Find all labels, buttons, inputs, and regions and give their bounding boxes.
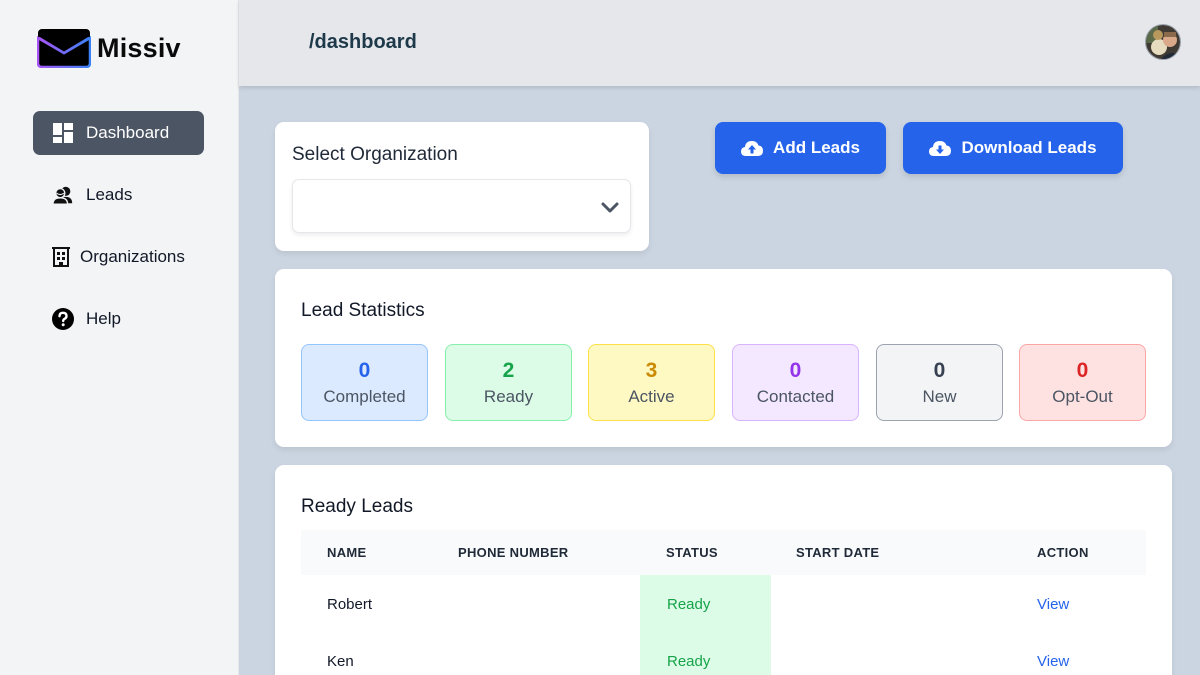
ready-leads-title: Ready Leads <box>301 496 413 518</box>
download-leads-button[interactable]: Download Leads <box>903 122 1123 174</box>
stat-tile-completed[interactable]: 0 Completed <box>301 344 428 421</box>
organization-label: Select Organization <box>292 144 458 166</box>
stat-value: 0 <box>1020 358 1145 384</box>
app-name: Missiv <box>97 33 181 64</box>
sidebar-item-label: Leads <box>86 185 132 205</box>
lead-name: Robert <box>327 596 372 613</box>
column-header-phone: PHONE NUMBER <box>458 545 569 560</box>
stat-tile-contacted[interactable]: 0 Contacted <box>732 344 859 421</box>
sidebar-item-label: Organizations <box>80 247 185 267</box>
stat-value: 0 <box>877 358 1002 384</box>
download-leads-label: Download Leads <box>961 138 1096 158</box>
sidebar: Missiv Dashboard Leads Organizations Hel… <box>0 0 239 675</box>
column-header-action: ACTION <box>1037 545 1089 560</box>
chevron-down-icon <box>600 197 620 217</box>
cloud-download-icon <box>929 139 951 157</box>
lead-statistics-card: Lead Statistics 0 Completed 2 Ready 3 Active 0… <box>275 269 1172 447</box>
column-header-start-date: START DATE <box>796 545 879 560</box>
top-bar: /dashboard <box>239 0 1200 86</box>
organization-card: Select Organization <box>275 122 649 251</box>
sidebar-item-dashboard[interactable]: Dashboard <box>33 111 204 155</box>
add-leads-label: Add Leads <box>773 138 860 158</box>
stat-label: Completed <box>302 387 427 407</box>
organization-select[interactable] <box>292 179 631 233</box>
table-row: Ken Ready View <box>301 632 1146 675</box>
table-header: NAME PHONE NUMBER STATUS START DATE ACTI… <box>301 530 1146 575</box>
stat-tile-opt-out[interactable]: 0 Opt-Out <box>1019 344 1146 421</box>
stat-label: Opt-Out <box>1020 387 1145 407</box>
ready-leads-table: NAME PHONE NUMBER STATUS START DATE ACTI… <box>301 530 1146 675</box>
sidebar-item-organizations[interactable]: Organizations <box>33 235 204 279</box>
lead-status-cell: Ready <box>640 632 771 675</box>
lead-statistics-title: Lead Statistics <box>301 300 425 322</box>
users-icon <box>52 184 74 206</box>
stat-label: Ready <box>446 387 571 407</box>
stat-label: Contacted <box>733 387 858 407</box>
logo[interactable]: Missiv <box>37 28 181 68</box>
stat-tile-new[interactable]: 0 New <box>876 344 1003 421</box>
stat-label: Active <box>589 387 714 407</box>
building-icon <box>50 246 72 268</box>
route-path: /dashboard <box>309 31 417 54</box>
lead-status: Ready <box>667 596 710 613</box>
add-leads-button[interactable]: Add Leads <box>715 122 886 174</box>
stat-tile-active[interactable]: 3 Active <box>588 344 715 421</box>
dashboard-icon <box>52 122 74 144</box>
view-lead-link[interactable]: View <box>1037 596 1069 613</box>
stat-label: New <box>877 387 1002 407</box>
stat-value: 3 <box>589 358 714 384</box>
column-header-name: NAME <box>327 545 366 560</box>
sidebar-item-leads[interactable]: Leads <box>33 173 204 217</box>
lead-status: Ready <box>667 653 710 670</box>
sidebar-item-help[interactable]: Help <box>33 297 204 341</box>
question-circle-icon <box>52 308 74 330</box>
lead-name: Ken <box>327 653 354 670</box>
user-avatar[interactable] <box>1145 24 1181 60</box>
stat-value: 2 <box>446 358 571 384</box>
stat-value: 0 <box>733 358 858 384</box>
cloud-upload-icon <box>741 139 763 157</box>
sidebar-item-label: Dashboard <box>86 123 169 143</box>
view-lead-link[interactable]: View <box>1037 653 1069 670</box>
sidebar-nav: Dashboard Leads Organizations Help <box>33 111 204 359</box>
stat-value: 0 <box>302 358 427 384</box>
ready-leads-card: Ready Leads NAME PHONE NUMBER STATUS STA… <box>275 465 1172 675</box>
sidebar-item-label: Help <box>86 309 121 329</box>
envelope-logo-icon <box>37 28 91 68</box>
lead-status-cell: Ready <box>640 575 771 632</box>
column-header-status: STATUS <box>666 545 718 560</box>
table-row: Robert Ready View <box>301 575 1146 632</box>
stat-tile-ready[interactable]: 2 Ready <box>445 344 572 421</box>
